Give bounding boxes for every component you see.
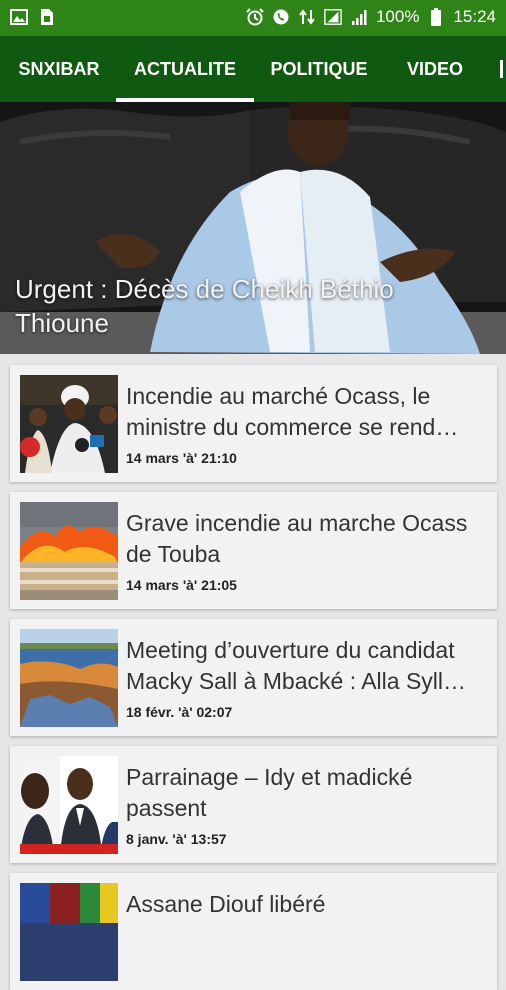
article-date: 14 mars 'à' 21:10 — [126, 450, 237, 466]
article-thumbnail — [20, 502, 118, 600]
article-title: Meeting d’ouverture du candidat Macky Sa… — [126, 637, 467, 694]
battery-percent: 100% — [375, 7, 420, 26]
tab-overflow-edge — [500, 60, 503, 78]
article-date: 18 févr. 'à' 02:07 — [126, 704, 233, 720]
data-arrows-icon — [298, 8, 316, 26]
article-thumbnail — [20, 756, 118, 854]
tab-snxibar[interactable]: SNXIBAR — [16, 36, 102, 102]
article-title: Grave incendie au marche Ocass de Touba — [126, 510, 468, 567]
article-card[interactable]: Parrainage – Idy et madické passent 8 ja… — [10, 746, 497, 863]
article-title: Parrainage – Idy et madické passent — [126, 764, 413, 821]
signal-icon — [324, 8, 342, 26]
article-thumbnail — [20, 883, 118, 981]
gallery-icon — [10, 8, 28, 26]
featured-article[interactable]: Urgent : Décès de Cheikh Béthio Thioune — [0, 102, 506, 354]
article-thumbnail — [20, 375, 118, 473]
article-card[interactable]: Incendie au marché Ocass, le ministre du… — [10, 365, 497, 482]
alarm-icon — [246, 8, 264, 26]
tab-video[interactable]: VIDEO — [406, 36, 464, 102]
clock-time: 15:24 — [453, 7, 496, 26]
tab-politique[interactable]: POLITIQUE — [270, 36, 368, 102]
status-bar: 100% 15:24 — [0, 0, 506, 36]
whatsapp-icon — [272, 8, 290, 26]
tab-actualite[interactable]: ACTUALITE — [116, 36, 254, 102]
article-card[interactable]: Grave incendie au marche Ocass de Touba … — [10, 492, 497, 609]
article-date: 8 janv. 'à' 13:57 — [126, 831, 227, 847]
battery-icon — [427, 8, 445, 26]
article-title: Assane Diouf libéré — [126, 891, 326, 917]
featured-title: Urgent : Décès de Cheikh Béthio Thioune — [15, 274, 394, 338]
article-card[interactable]: Meeting d’ouverture du candidat Macky Sa… — [10, 619, 497, 736]
article-card[interactable]: Assane Diouf libéré — [10, 873, 497, 990]
signal-bars-icon — [350, 8, 368, 26]
article-date: 14 mars 'à' 21:05 — [126, 577, 237, 593]
article-thumbnail — [20, 629, 118, 727]
sim-card-icon — [38, 8, 56, 26]
tab-bar: SNXIBAR ACTUALITE POLITIQUE VIDEO — [0, 36, 506, 102]
article-title: Incendie au marché Ocass, le ministre du… — [126, 383, 459, 440]
